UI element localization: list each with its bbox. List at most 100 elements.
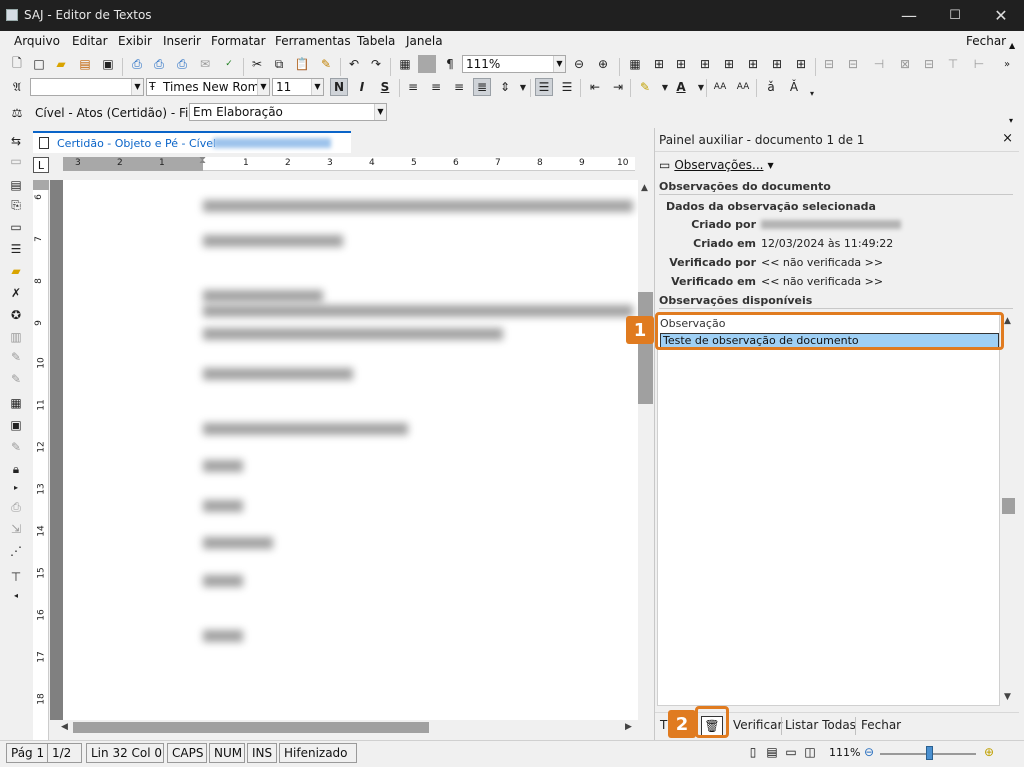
menu-exibir[interactable]: Exibir [118, 34, 152, 48]
underline-button[interactable]: S [376, 78, 394, 96]
print-gray-icon[interactable]: ⎙ [7, 498, 25, 516]
menu-arquivo[interactable]: Arquivo [14, 34, 60, 48]
font-grow-icon[interactable]: AA [710, 78, 730, 96]
table-row-icon[interactable]: ⊞ [720, 55, 738, 73]
maximize-button[interactable]: ☐ [932, 0, 978, 31]
font-shrink-icon[interactable]: AA [733, 78, 753, 96]
zoom-in-icon[interactable]: ⊕ [594, 55, 612, 73]
chevron-up-icon[interactable]: ▲ [1009, 41, 1015, 50]
table-tool-7-icon[interactable]: ⊢ [970, 55, 988, 73]
toolbar-overflow-icon[interactable]: » [998, 55, 1016, 73]
chevron-left-icon[interactable]: ◂ [7, 586, 25, 604]
numbering-icon[interactable]: ☰ [558, 78, 576, 96]
scroll-up-icon[interactable]: ▲ [1004, 316, 1011, 326]
export-gray-icon[interactable]: ⇲ [7, 520, 25, 538]
queue-combo[interactable]: Em Elaboração ▼ [189, 103, 387, 121]
observations-list[interactable]: Observação Teste de observação de docume… [657, 314, 1000, 706]
stamp-icon[interactable]: ⎘ [7, 196, 25, 214]
align-left-icon[interactable]: ≡ [404, 78, 422, 96]
view-draft-icon[interactable]: ▯ [746, 745, 760, 759]
list-icon[interactable]: ☰ [7, 240, 25, 258]
delete-doc-icon[interactable]: ✗ [7, 284, 25, 302]
indent-icon[interactable]: ⇥ [609, 78, 627, 96]
change-case-2-icon[interactable]: Ǎ [785, 78, 803, 96]
lock-doc-icon[interactable]: ▰ [7, 262, 25, 280]
format-painter-icon[interactable]: ✎ [317, 55, 335, 73]
scroll-right-icon[interactable]: ▶ [625, 722, 632, 732]
open-recent-icon[interactable]: ▤ [76, 55, 94, 73]
zoom-out-icon[interactable]: ⊖ [862, 745, 876, 759]
pilcrow-icon[interactable]: ¶ [441, 55, 459, 73]
close-panel-button[interactable]: Fechar [861, 718, 901, 732]
indent-marker-icon[interactable]: ⧗ [199, 155, 206, 166]
scroll-thumb[interactable] [1002, 498, 1015, 514]
gray-box-icon[interactable] [418, 55, 436, 73]
style-combo[interactable]: ▼ [30, 78, 144, 96]
text-button[interactable]: T [660, 718, 667, 732]
zoom-combo[interactable]: 111% ▼ [462, 55, 566, 73]
paint-icon[interactable]: ⊤ [7, 568, 25, 586]
justify-icon[interactable]: ≣ [473, 78, 491, 96]
doc-gray-icon[interactable]: ▭ [7, 152, 25, 170]
workflow-icon[interactable]: ⚖ [8, 104, 26, 122]
edit-gray-icon[interactable]: ✎ [7, 438, 25, 456]
outdent-icon[interactable]: ⇤ [586, 78, 604, 96]
save-icon[interactable]: ▣ [99, 55, 117, 73]
zoom-out-icon[interactable]: ⊖ [570, 55, 588, 73]
table-props-icon[interactable]: ⊞ [792, 55, 810, 73]
line-spacing-icon[interactable]: ⇕ [496, 78, 514, 96]
table-gray-icon[interactable]: ▥ [7, 328, 25, 346]
pen-gray-icon[interactable]: ✎ [7, 348, 25, 366]
close-button[interactable]: ✕ [978, 0, 1024, 31]
template-icon[interactable]: ▤ [7, 176, 25, 194]
align-right-icon[interactable]: ≡ [450, 78, 468, 96]
scroll-left-icon[interactable]: ◀ [61, 722, 68, 732]
chevron-down-icon[interactable]: ▾ [1009, 116, 1013, 125]
menu-janela[interactable]: Janela [406, 34, 443, 48]
scroll-down-icon[interactable]: ▼ [1004, 692, 1011, 702]
insert-table-icon[interactable]: ▦ [396, 55, 414, 73]
new-document-icon[interactable]: □ [30, 55, 48, 73]
view-page-icon[interactable]: ▤ [765, 745, 779, 759]
table-col-icon[interactable]: ⊞ [696, 55, 714, 73]
redo-icon[interactable]: ↷ [367, 55, 385, 73]
new-from-template-icon[interactable]: 🗋 [8, 55, 26, 73]
open-folder-icon[interactable]: ▰ [52, 55, 70, 73]
comment-icon[interactable]: ▭ [7, 218, 25, 236]
document-page[interactable] [63, 180, 638, 720]
bullets-icon[interactable]: ☰ [535, 78, 553, 96]
verify-button[interactable]: Verificar [733, 718, 782, 732]
email-icon[interactable]: ✉ [196, 55, 214, 73]
zoom-in-icon[interactable]: ⊕ [982, 745, 996, 759]
paste-icon[interactable]: 📋 [293, 55, 311, 73]
chevron-down-icon[interactable]: ▼ [692, 78, 710, 96]
doc-m-icon[interactable]: ▣ [7, 416, 25, 434]
table-split-icon[interactable]: ⊞ [744, 55, 762, 73]
tab-stop-selector[interactable]: L [33, 157, 49, 173]
table-insert-icon[interactable]: ⊞ [672, 55, 690, 73]
document-horizontal-scrollbar[interactable]: ◀ ▶ [61, 720, 638, 735]
table-tool-6-icon[interactable]: ⊤ [944, 55, 962, 73]
calendar-icon[interactable]: ▦ [7, 394, 25, 412]
panel-scrollbar[interactable]: ▲ ▼ [1001, 314, 1015, 706]
view-book-icon[interactable]: ◫ [803, 745, 817, 759]
scroll-thumb[interactable] [638, 292, 653, 404]
menu-ferramentas[interactable]: Ferramentas [275, 34, 351, 48]
copy-icon[interactable]: ⧉ [270, 55, 288, 73]
highlight-icon[interactable]: ✎ [636, 78, 654, 96]
font-color-icon[interactable]: A [672, 78, 690, 96]
table-tool-2-icon[interactable]: ⊟ [844, 55, 862, 73]
menu-formatar[interactable]: Formatar [211, 34, 266, 48]
undo-icon[interactable]: ↶ [345, 55, 363, 73]
list-all-button[interactable]: Listar Todas [785, 718, 856, 732]
table-tool-4-icon[interactable]: ⊠ [896, 55, 914, 73]
scroll-up-icon[interactable]: ▲ [641, 183, 648, 193]
font-size-combo[interactable]: 11 ▼ [272, 78, 324, 96]
zoom-slider-thumb[interactable] [926, 746, 933, 760]
menu-inserir[interactable]: Inserir [163, 34, 201, 48]
styles-icon[interactable]: 𝔄 [8, 78, 26, 96]
view-web-icon[interactable]: ▭ [784, 745, 798, 759]
padlock-icon[interactable]: 🔒︎ [7, 460, 25, 478]
document-tab[interactable]: Certidão - Objeto e Pé - Cível [33, 131, 351, 153]
italic-button[interactable]: I [353, 78, 371, 96]
